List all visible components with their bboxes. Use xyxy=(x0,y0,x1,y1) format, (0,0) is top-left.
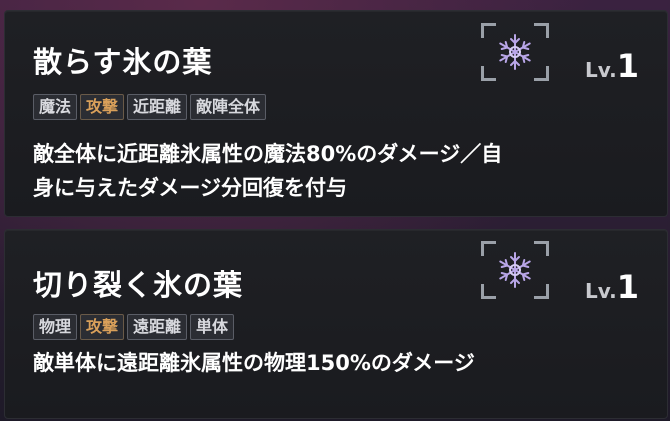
skill-tags: 物理 攻撃 遠距離 単体 xyxy=(33,314,235,340)
tag-target: 単体 xyxy=(190,314,235,340)
level-label: Lv. xyxy=(584,279,617,303)
tag-target: 敵陣全体 xyxy=(190,94,267,120)
frame-corner xyxy=(481,284,496,299)
skill-name: 切り裂く氷の葉 xyxy=(33,268,244,302)
frame-corner xyxy=(481,23,496,38)
frame-corner xyxy=(534,284,549,299)
skill-level: Lv.1 xyxy=(585,47,639,85)
skill-tags: 魔法 攻撃 近距離 敵陣全体 xyxy=(33,94,267,120)
tag-attack: 攻撃 xyxy=(80,314,125,340)
description-line: 敵全体に近距離氷属性の魔法80%のダメージ／自 xyxy=(33,142,503,166)
level-value: 1 xyxy=(616,268,639,306)
description-line: 身に与えたダメージ分回復を付与 xyxy=(33,176,347,200)
tag-range: 近距離 xyxy=(127,94,188,120)
tag-type: 物理 xyxy=(33,314,78,340)
frame-corner xyxy=(481,241,496,256)
skill-card[interactable]: 切り裂く氷の葉 Lv.1 物理 攻撃 遠距離 単体 敵単体に遠距離氷属性の物理1… xyxy=(4,229,668,419)
tag-attack: 攻撃 xyxy=(80,94,125,120)
ice-snowflake-icon xyxy=(499,252,531,288)
tag-type: 魔法 xyxy=(33,94,78,120)
skill-card[interactable]: 散らす氷の葉 Lv.1 魔法 攻撃 近距離 敵陣全体 敵全体に近距離氷属性の魔法… xyxy=(4,10,668,217)
frame-corner xyxy=(534,66,549,81)
frame-corner xyxy=(481,66,496,81)
skill-description: 敵全体に近距離氷属性の魔法80%のダメージ／自 身に与えたダメージ分回復を付与 xyxy=(33,137,653,205)
tag-range: 遠距離 xyxy=(127,314,188,340)
skill-icon-frame[interactable] xyxy=(481,241,549,299)
skill-icon-frame[interactable] xyxy=(481,23,549,81)
ice-snowflake-icon xyxy=(499,34,531,70)
level-value: 1 xyxy=(616,47,639,85)
skill-name: 散らす氷の葉 xyxy=(33,45,213,79)
skill-level: Lv.1 xyxy=(585,268,639,306)
frame-corner xyxy=(534,241,549,256)
frame-corner xyxy=(534,23,549,38)
level-label: Lv. xyxy=(584,58,617,82)
description-line: 敵単体に遠距離氷属性の物理150%のダメージ xyxy=(33,351,475,375)
skill-description: 敵単体に遠距離氷属性の物理150%のダメージ xyxy=(33,346,653,380)
